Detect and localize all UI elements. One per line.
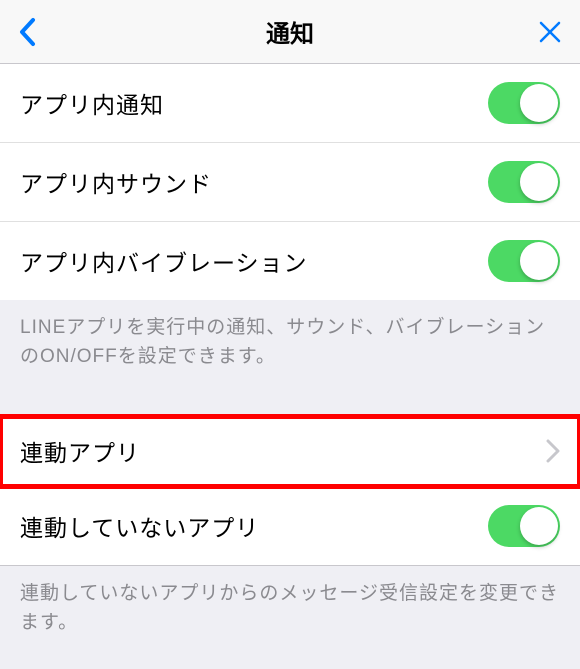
toggle-knob (520, 84, 558, 122)
toggle-in-app-notification[interactable] (488, 82, 560, 124)
toggle-in-app-vibration[interactable] (488, 240, 560, 282)
toggle-knob (520, 163, 558, 201)
row-label: アプリ内通知 (20, 86, 164, 120)
row-unlinked-apps: 連動していないアプリ (0, 487, 580, 565)
section-linked-apps: 連動アプリ 連動していないアプリ (0, 415, 580, 566)
section-gap (0, 391, 580, 415)
row-label: 連動していないアプリ (20, 509, 259, 543)
back-icon[interactable] (18, 17, 36, 47)
chevron-right-icon (546, 439, 560, 463)
row-label: アプリ内サウンド (20, 165, 212, 199)
row-in-app-sound: アプリ内サウンド (0, 143, 580, 222)
section-footer: 連動していないアプリからのメッセージ受信設定を変更できます。 (0, 566, 580, 657)
row-in-app-notification: アプリ内通知 (0, 64, 580, 143)
row-label: 連動アプリ (20, 434, 140, 468)
row-in-app-vibration: アプリ内バイブレーション (0, 222, 580, 300)
section-app-notifications: アプリ内通知 アプリ内サウンド アプリ内バイブレーション (0, 64, 580, 300)
toggle-knob (520, 507, 558, 545)
toggle-unlinked-apps[interactable] (488, 505, 560, 547)
toggle-knob (520, 242, 558, 280)
row-linked-apps[interactable]: 連動アプリ (0, 416, 580, 487)
header: 通知 (0, 0, 580, 64)
toggle-in-app-sound[interactable] (488, 161, 560, 203)
page-title: 通知 (266, 14, 314, 49)
row-label: アプリ内バイブレーション (20, 244, 308, 278)
section-footer: LINEアプリを実行中の通知、サウンド、バイブレーションのON/OFFを設定でき… (0, 300, 580, 391)
close-icon[interactable] (538, 20, 562, 44)
